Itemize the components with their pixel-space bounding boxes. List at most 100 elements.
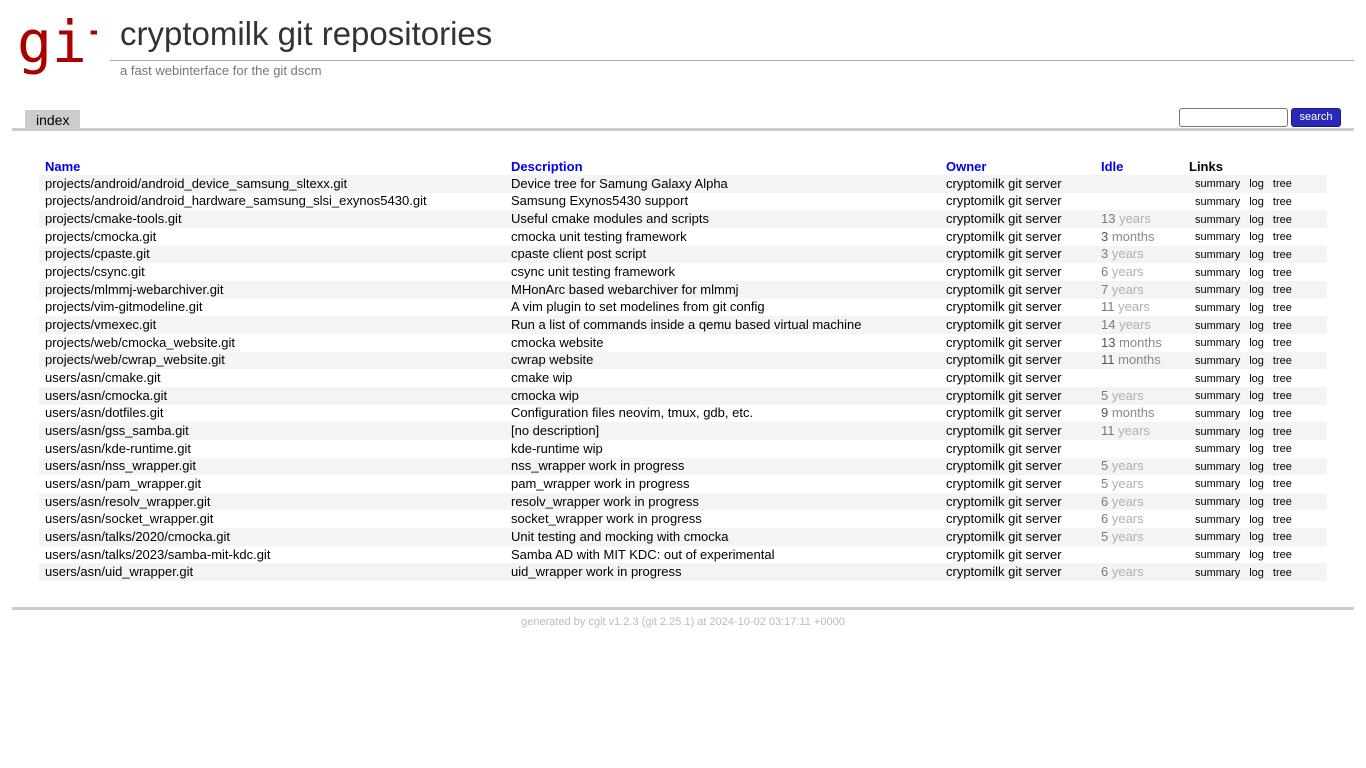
repo-owner-link[interactable]: cryptomilk git server (946, 229, 1062, 244)
summary-link[interactable]: summary (1195, 549, 1240, 561)
repo-owner-link[interactable]: cryptomilk git server (946, 282, 1062, 297)
summary-link[interactable]: summary (1195, 355, 1240, 367)
repo-owner-link[interactable]: cryptomilk git server (946, 441, 1062, 456)
summary-link[interactable]: summary (1195, 461, 1240, 473)
log-link[interactable]: log (1249, 214, 1264, 226)
repo-description-link[interactable]: Configuration files neovim, tmux, gdb, e… (511, 405, 753, 420)
summary-link[interactable]: summary (1195, 267, 1240, 279)
summary-link[interactable]: summary (1195, 390, 1240, 402)
log-link[interactable]: log (1249, 302, 1264, 314)
log-link[interactable]: log (1249, 355, 1264, 367)
sort-by-owner-link[interactable]: Owner (946, 159, 986, 174)
log-link[interactable]: log (1249, 178, 1264, 190)
repo-name-link[interactable]: users/asn/gss_samba.git (45, 423, 189, 438)
repo-name-link[interactable]: projects/android/android_device_samsung_… (45, 176, 347, 191)
tree-link[interactable]: tree (1273, 478, 1292, 490)
repo-owner-link[interactable]: cryptomilk git server (946, 335, 1062, 350)
repo-name-link[interactable]: users/asn/dotfiles.git (45, 405, 164, 420)
repo-owner-link[interactable]: cryptomilk git server (946, 388, 1062, 403)
summary-link[interactable]: summary (1195, 408, 1240, 420)
repo-owner-link[interactable]: cryptomilk git server (946, 176, 1062, 191)
repo-description-link[interactable]: MHonArc based webarchiver for mlmmj (511, 282, 739, 297)
summary-link[interactable]: summary (1195, 426, 1240, 438)
log-link[interactable]: log (1249, 267, 1264, 279)
sort-by-description-link[interactable]: Description (511, 159, 583, 174)
summary-link[interactable]: summary (1195, 214, 1240, 226)
repo-owner-link[interactable]: cryptomilk git server (946, 193, 1062, 208)
log-link[interactable]: log (1249, 231, 1264, 243)
repo-owner-link[interactable]: cryptomilk git server (946, 547, 1062, 562)
tree-link[interactable]: tree (1273, 196, 1292, 208)
repo-owner-link[interactable]: cryptomilk git server (946, 370, 1062, 385)
git-logo[interactable]: git (17, 8, 122, 80)
tree-link[interactable]: tree (1273, 443, 1292, 455)
repo-name-link[interactable]: projects/vim-gitmodeline.git (45, 299, 203, 314)
repo-description-link[interactable]: Run a list of commands inside a qemu bas… (511, 317, 861, 332)
repo-owner-link[interactable]: cryptomilk git server (946, 405, 1062, 420)
tree-link[interactable]: tree (1273, 178, 1292, 190)
repo-owner-link[interactable]: cryptomilk git server (946, 494, 1062, 509)
search-button[interactable]: search (1291, 108, 1341, 127)
summary-link[interactable]: summary (1195, 496, 1240, 508)
summary-link[interactable]: summary (1195, 373, 1240, 385)
summary-link[interactable]: summary (1195, 231, 1240, 243)
repo-description-link[interactable]: uid_wrapper work in progress (511, 564, 682, 579)
repo-name-link[interactable]: users/asn/talks/2020/cmocka.git (45, 529, 230, 544)
repo-description-link[interactable]: nss_wrapper work in progress (511, 458, 684, 473)
repo-name-link[interactable]: projects/android/android_hardware_samsun… (45, 193, 427, 208)
repo-description-link[interactable]: Device tree for Samung Galaxy Alpha (511, 176, 728, 191)
log-link[interactable]: log (1249, 461, 1264, 473)
repo-name-link[interactable]: users/asn/nss_wrapper.git (45, 458, 196, 473)
tree-link[interactable]: tree (1273, 426, 1292, 438)
repo-name-link[interactable]: users/asn/talks/2023/samba-mit-kdc.git (45, 547, 270, 562)
summary-link[interactable]: summary (1195, 478, 1240, 490)
tree-link[interactable]: tree (1273, 214, 1292, 226)
repo-owner-link[interactable]: cryptomilk git server (946, 317, 1062, 332)
repo-name-link[interactable]: users/asn/kde-runtime.git (45, 441, 191, 456)
tree-link[interactable]: tree (1273, 567, 1292, 579)
repo-owner-link[interactable]: cryptomilk git server (946, 246, 1062, 261)
repo-description-link[interactable]: csync unit testing framework (511, 264, 675, 279)
log-link[interactable]: log (1249, 373, 1264, 385)
tree-link[interactable]: tree (1273, 231, 1292, 243)
log-link[interactable]: log (1249, 514, 1264, 526)
sort-by-idle-link[interactable]: Idle (1101, 159, 1123, 174)
log-link[interactable]: log (1249, 320, 1264, 332)
repo-owner-link[interactable]: cryptomilk git server (946, 529, 1062, 544)
repo-name-link[interactable]: users/asn/socket_wrapper.git (45, 511, 213, 526)
repo-name-link[interactable]: projects/web/cwrap_website.git (45, 352, 225, 367)
repo-owner-link[interactable]: cryptomilk git server (946, 352, 1062, 367)
repo-owner-link[interactable]: cryptomilk git server (946, 564, 1062, 579)
repo-owner-link[interactable]: cryptomilk git server (946, 511, 1062, 526)
tree-link[interactable]: tree (1273, 302, 1292, 314)
repo-description-link[interactable]: cmake wip (511, 370, 572, 385)
repo-name-link[interactable]: projects/csync.git (45, 264, 145, 279)
repo-description-link[interactable]: [no description] (511, 423, 599, 438)
repo-description-link[interactable]: Samsung Exynos5430 support (511, 193, 688, 208)
log-link[interactable]: log (1249, 531, 1264, 543)
repo-owner-link[interactable]: cryptomilk git server (946, 211, 1062, 226)
repo-owner-link[interactable]: cryptomilk git server (946, 476, 1062, 491)
repo-description-link[interactable]: Samba AD with MIT KDC: out of experiment… (511, 547, 774, 562)
summary-link[interactable]: summary (1195, 443, 1240, 455)
repo-owner-link[interactable]: cryptomilk git server (946, 264, 1062, 279)
tree-link[interactable]: tree (1273, 408, 1292, 420)
repo-name-link[interactable]: users/asn/resolv_wrapper.git (45, 494, 210, 509)
column-header-idle[interactable]: Idle (1095, 159, 1183, 175)
search-input[interactable] (1179, 108, 1288, 127)
log-link[interactable]: log (1249, 567, 1264, 579)
repo-description-link[interactable]: cmocka unit testing framework (511, 229, 687, 244)
tree-link[interactable]: tree (1273, 531, 1292, 543)
repo-description-link[interactable]: cwrap website (511, 352, 593, 367)
repo-description-link[interactable]: Useful cmake modules and scripts (511, 211, 709, 226)
column-header-description[interactable]: Description (505, 159, 940, 175)
column-header-owner[interactable]: Owner (940, 159, 1095, 175)
column-header-name[interactable]: Name (39, 159, 505, 175)
tree-link[interactable]: tree (1273, 320, 1292, 332)
log-link[interactable]: log (1249, 408, 1264, 420)
tree-link[interactable]: tree (1273, 355, 1292, 367)
tree-link[interactable]: tree (1273, 549, 1292, 561)
summary-link[interactable]: summary (1195, 567, 1240, 579)
summary-link[interactable]: summary (1195, 178, 1240, 190)
log-link[interactable]: log (1249, 443, 1264, 455)
